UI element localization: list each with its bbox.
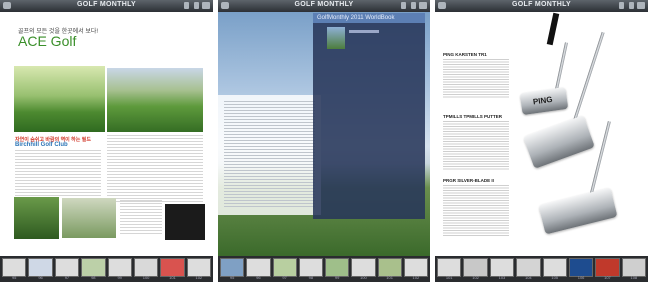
product-description [443, 59, 509, 99]
bookmark-popup[interactable]: GolfMonthly 2011 WorldBook [313, 13, 425, 219]
putter-shaft [572, 31, 605, 124]
app-title: GOLF MONTHLY [294, 1, 354, 8]
app-title: GOLF MONTHLY [512, 1, 571, 8]
page-number: 98 [91, 275, 96, 280]
bookmark-add-icon[interactable] [411, 2, 416, 9]
page-number: 103 [498, 275, 506, 280]
page-number: 96 [38, 275, 43, 280]
thumbnail-strip[interactable]: 95 96 97 98 99 100 101 102 [0, 256, 213, 282]
page-number: 95 [229, 275, 235, 280]
page-number: 107 [604, 275, 611, 280]
page-number: 98 [308, 275, 314, 280]
article-photo [14, 197, 59, 239]
bookmark-add-icon[interactable] [629, 2, 634, 9]
page-headline: ACE Golf [18, 33, 77, 49]
page-number: 96 [256, 275, 261, 280]
page-left: GOLF MONTHLY 골프의 모든 것을 한곳에서 보다! ACE Golf… [0, 0, 213, 282]
product-description [443, 121, 509, 171]
page-number: 102 [412, 275, 420, 280]
app-title: GOLF MONTHLY [77, 1, 136, 8]
bookmark-add-icon[interactable] [194, 2, 199, 9]
page-number: 101 [445, 275, 453, 280]
putter-brand-label: PING [532, 94, 554, 107]
page-number: 97 [282, 275, 287, 280]
article-text-column [107, 135, 203, 203]
product-text-column: PING KARSTEN TR1 TPMILLS TPMILLS PUTTER [443, 52, 509, 180]
page-number: 105 [551, 275, 559, 280]
article-text-panel [218, 95, 321, 215]
section-title: Birchhill Golf Club [15, 142, 68, 148]
page-number: 99 [117, 275, 122, 280]
bookmark-icon[interactable] [619, 2, 624, 9]
golf-course-photo [14, 66, 105, 132]
top-bar: GOLF MONTHLY [435, 0, 648, 12]
page-number: 108 [630, 275, 638, 280]
top-bar: GOLF MONTHLY [218, 0, 430, 12]
article-photo [62, 198, 116, 238]
bookmark-icon[interactable] [184, 2, 189, 9]
bookmark-icon[interactable] [401, 2, 406, 9]
putter-shaft [555, 42, 568, 90]
product-description [443, 185, 509, 237]
menu-icon[interactable] [202, 2, 210, 9]
page-right: GOLF MONTHLY PING KARSTEN TR1 TPMILLS TP… [435, 0, 648, 282]
page-number: 102 [472, 275, 479, 280]
page-middle: GOLF MONTHLY GolfMonthly 2011 WorldBook … [218, 0, 430, 282]
bookmark-thumbnail[interactable] [327, 27, 345, 49]
page-number: 97 [64, 275, 70, 280]
article-text-column [120, 200, 162, 236]
putter-head: PING [519, 86, 569, 116]
page-number: 95 [11, 275, 17, 280]
putter-head [523, 115, 595, 169]
advertisement-image [165, 204, 205, 240]
page-number: 100 [360, 275, 367, 280]
thumbnail-strip[interactable]: 95 96 97 98 99 100 101 102 [218, 256, 430, 282]
bookmark-label[interactable] [349, 30, 379, 33]
page-number: 101 [169, 275, 176, 280]
putter-grip [546, 12, 560, 46]
product-title: TPMILLS TPMILLS PUTTER [443, 114, 502, 119]
page-number: 106 [577, 275, 585, 280]
golf-course-photo [107, 68, 203, 132]
page-number: 104 [524, 275, 532, 280]
page-number: 99 [334, 275, 340, 280]
article-text-column [15, 150, 101, 196]
product-title: PING KARSTEN TR1 [443, 52, 487, 57]
page-number: 102 [195, 275, 203, 280]
popup-title: GolfMonthly 2011 WorldBook [313, 13, 425, 23]
page-number: 100 [142, 275, 150, 280]
thumbnail-strip[interactable]: 101 102 103 104 105 106 107 108 [435, 256, 648, 282]
menu-icon[interactable] [637, 2, 645, 9]
menu-icon[interactable] [419, 2, 427, 9]
top-bar: GOLF MONTHLY [0, 0, 213, 12]
page-number: 101 [386, 275, 393, 280]
product-title: PRGR SILVER-BLADE II [443, 178, 494, 183]
putter-head [538, 187, 618, 235]
